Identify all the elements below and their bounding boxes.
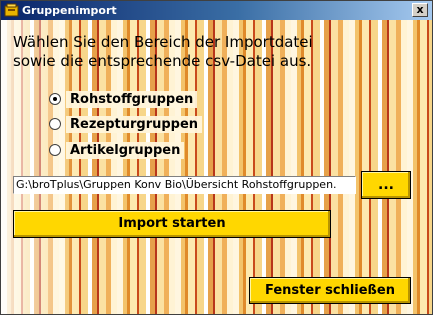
- radio-option-rohstoffgruppen[interactable]: Rohstoffgruppen: [49, 90, 198, 108]
- gruppenimport-window: Gruppenimport x Wählen Sie den Bereich d…: [0, 0, 433, 315]
- window-title: Gruppenimport: [22, 4, 117, 17]
- radio-button-checked[interactable]: [49, 93, 61, 105]
- dialog-body: Wählen Sie den Bereich der Importdatei s…: [1, 20, 432, 314]
- instruction-line-2: sowie die entsprechende csv-Datei aus.: [13, 52, 312, 70]
- title-bar[interactable]: Gruppenimport x: [1, 1, 432, 20]
- radio-option-artikelgruppen[interactable]: Artikelgruppen: [49, 141, 185, 159]
- close-icon: x: [416, 3, 424, 16]
- close-window-x-button[interactable]: x: [412, 3, 428, 17]
- radio-label[interactable]: Rohstoffgruppen: [66, 90, 198, 108]
- app-icon: [4, 3, 19, 17]
- browse-button[interactable]: ...: [361, 171, 411, 199]
- import-start-button[interactable]: Import starten: [13, 210, 331, 238]
- radio-label[interactable]: Artikelgruppen: [66, 141, 185, 159]
- file-path-input[interactable]: G:\broTplus\Gruppen Konv Bio\Übersicht R…: [13, 176, 356, 194]
- radio-button[interactable]: [49, 144, 61, 156]
- instruction-text: Wählen Sie den Bereich der Importdatei s…: [13, 33, 313, 71]
- close-window-button[interactable]: Fenster schließen: [249, 277, 411, 304]
- radio-button[interactable]: [49, 118, 61, 130]
- instruction-line-1: Wählen Sie den Bereich der Importdatei: [13, 33, 313, 51]
- radio-option-rezepturgruppen[interactable]: Rezepturgruppen: [49, 115, 203, 133]
- radio-label[interactable]: Rezepturgruppen: [66, 115, 203, 133]
